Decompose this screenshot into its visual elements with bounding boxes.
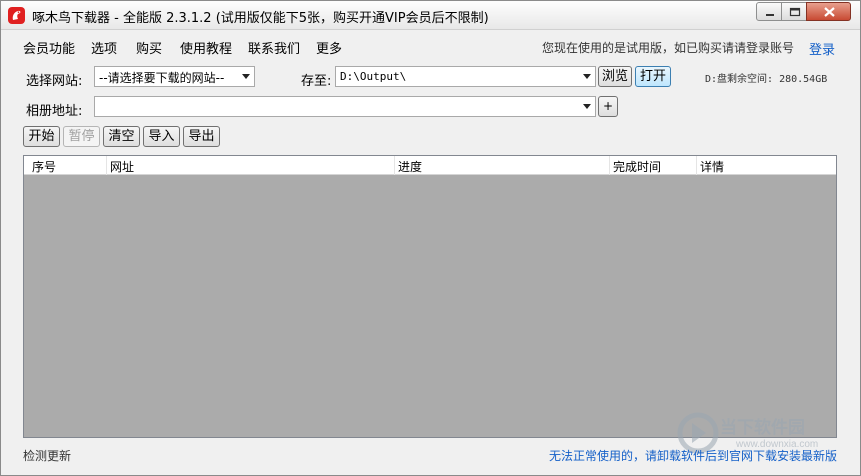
browse-button[interactable]: 浏览 (598, 66, 632, 87)
check-update-link[interactable]: 检测更新 (23, 447, 71, 464)
chevron-down-icon (583, 104, 591, 109)
menu-tutorial[interactable]: 使用教程 (180, 38, 232, 57)
clear-button[interactable]: 清空 (103, 126, 140, 147)
chevron-down-icon (242, 74, 250, 79)
site-select-value: --请选择要下载的网站-- (99, 71, 225, 85)
reinstall-notice-link[interactable]: 无法正常使用的，请卸载软件后到官网下载安装最新版 (549, 447, 837, 464)
menu-purchase[interactable]: 购买 (136, 38, 162, 57)
maximize-button[interactable] (781, 2, 807, 21)
export-button[interactable]: 导出 (183, 126, 220, 147)
import-button[interactable]: 导入 (143, 126, 180, 147)
column-header-index[interactable]: 序号 (32, 158, 56, 175)
open-folder-button[interactable]: 打开 (635, 66, 671, 87)
download-list[interactable]: 序号 网址 进度 完成时间 详情 (23, 155, 837, 438)
menu-options[interactable]: 选项 (91, 38, 117, 57)
app-window: 啄木鸟下载器 - 全能版 2.3.1.2 (试用版仅能下5张，购买开通VIP会员… (0, 0, 861, 476)
save-label: 存至: (301, 74, 332, 89)
column-header-url[interactable]: 网址 (110, 158, 134, 175)
album-url-label: 相册地址: (26, 104, 83, 119)
column-header-details[interactable]: 详情 (700, 158, 724, 175)
title-bar[interactable]: 啄木鸟下载器 - 全能版 2.3.1.2 (试用版仅能下5张，购买开通VIP会员… (1, 1, 860, 30)
disk-free-space: D:盘剩余空间: 280.54GB (705, 74, 828, 85)
site-select[interactable]: --请选择要下载的网站-- (94, 66, 255, 87)
window-title: 啄木鸟下载器 - 全能版 2.3.1.2 (试用版仅能下5张，购买开通VIP会员… (32, 11, 489, 26)
save-path-value: D:\Output\ (340, 70, 407, 83)
login-link[interactable]: 登录 (809, 39, 835, 58)
start-button[interactable]: 开始 (23, 126, 60, 147)
menu-member-functions[interactable]: 会员功能 (23, 38, 75, 57)
trial-notice: 您现在使用的是试用版，如已购买请请登录账号 (542, 41, 795, 55)
column-header-finish-time[interactable]: 完成时间 (613, 158, 661, 175)
list-header: 序号 网址 进度 完成时间 详情 (24, 156, 836, 175)
watermark-text: 当下软件园 (720, 418, 805, 438)
album-url-input[interactable] (94, 96, 596, 117)
add-album-button[interactable]: + (598, 96, 618, 117)
site-label: 选择网站: (26, 74, 83, 89)
menu-more[interactable]: 更多 (316, 38, 342, 57)
close-button[interactable] (806, 2, 851, 21)
woodpecker-app-icon (8, 7, 25, 24)
pause-button[interactable]: 暂停 (63, 126, 100, 147)
chevron-down-icon (583, 74, 591, 79)
menu-contact-us[interactable]: 联系我们 (248, 38, 300, 57)
save-path-select[interactable]: D:\Output\ (335, 66, 596, 87)
column-header-progress[interactable]: 进度 (398, 158, 422, 175)
minimize-button[interactable] (756, 2, 782, 21)
